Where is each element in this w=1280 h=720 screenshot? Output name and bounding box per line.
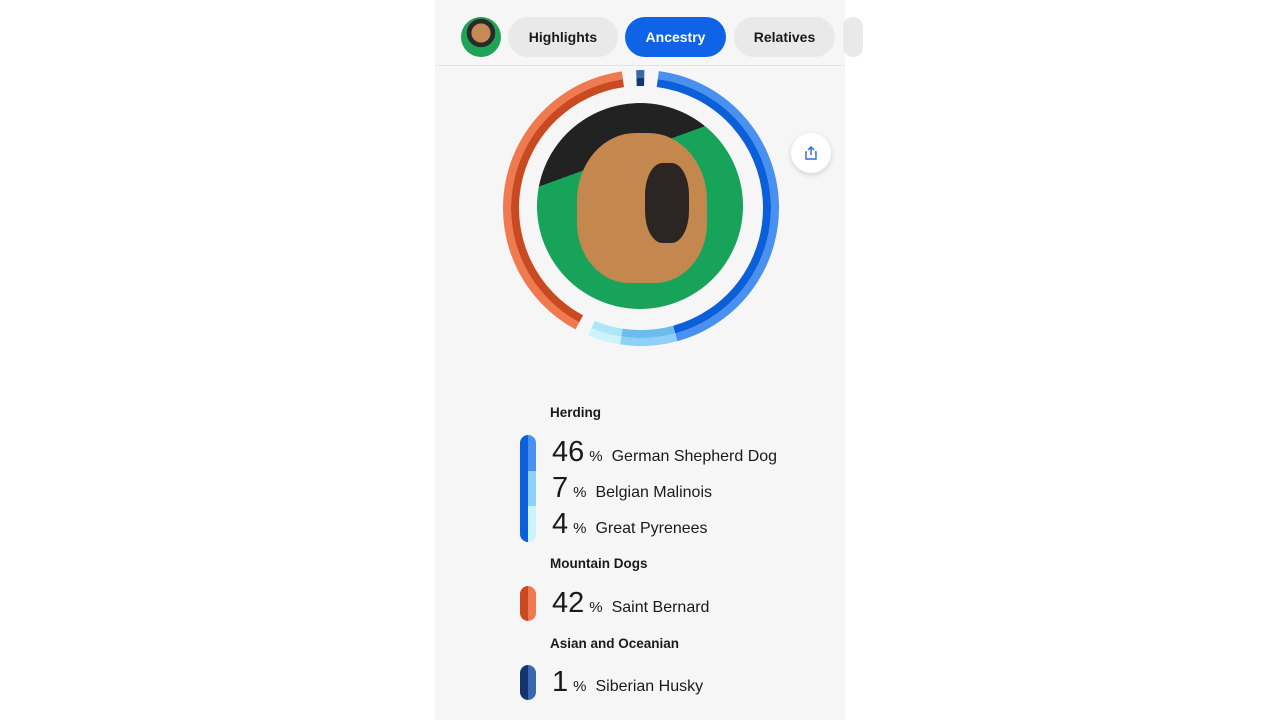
breed-percent: 42 [552,587,585,619]
herding-bar [520,435,536,542]
breed-name: Belgian Malinois [595,484,712,501]
group-title-herding: Herding [550,405,602,420]
breed-name: Saint Bernard [611,599,710,616]
group-title-asian-oceanian: Asian and Oceanian [550,636,680,651]
percent-sign: % [589,599,603,616]
share-icon [805,146,817,160]
breed-row[interactable]: 1% Siberian Husky [552,666,703,699]
percent-sign: % [573,520,587,537]
breed-percent: 46 [552,436,585,468]
tab-bar: Highlights Ancestry Relatives [435,0,863,66]
ring-segment-belgian-malinois-inner [621,325,676,338]
tab-ancestry[interactable]: Ancestry [625,17,726,57]
breed-row[interactable]: 42% Saint Bernard [552,587,709,620]
breed-percent: 4 [552,508,569,540]
mountain-dogs-bar [520,586,536,621]
dog-photo [537,103,743,309]
breed-row[interactable]: 7% Belgian Malinois [552,472,712,505]
asian-oceanian-bar [520,665,536,700]
breed-percent: 1 [552,666,569,698]
tab-highlights[interactable]: Highlights [508,17,618,57]
dog-face [645,163,689,243]
dog-avatar[interactable] [461,17,501,57]
percent-sign: % [589,448,603,465]
breed-name: German Shepherd Dog [611,448,778,465]
breed-percent: 7 [552,472,569,504]
breed-name: Siberian Husky [595,678,704,695]
percent-sign: % [573,484,587,501]
breed-name: Great Pyrenees [595,520,708,537]
breed-row[interactable]: 46% German Shepherd Dog [552,436,777,469]
ring-segment-belgian-malinois-outer [620,333,678,346]
tab-more[interactable] [843,17,863,57]
share-button[interactable] [791,133,831,173]
tab-relatives[interactable]: Relatives [734,17,835,57]
breed-row[interactable]: 4% Great Pyrenees [552,508,708,541]
percent-sign: % [573,678,587,695]
app-screen: Highlights Ancestry Relatives Herding 46… [435,0,863,720]
group-title-mountain-dogs: Mountain Dogs [550,556,648,571]
